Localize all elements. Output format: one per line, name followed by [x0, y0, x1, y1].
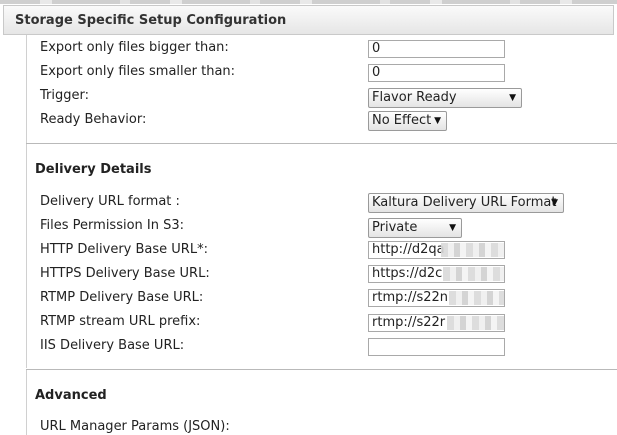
- delivery-url-format-label: Delivery URL format :: [40, 194, 180, 209]
- triangle-down-icon: ▼: [449, 223, 456, 233]
- export-bigger-label: Export only files bigger than:: [40, 40, 229, 55]
- rtmp-prefix-input[interactable]: rtmp://s22r: [368, 314, 505, 332]
- https-base-url-label: HTTPS Delivery Base URL:: [40, 266, 210, 281]
- trigger-select-value: Flavor Ready: [372, 90, 457, 105]
- export-smaller-input[interactable]: 0: [368, 64, 505, 82]
- export-bigger-input[interactable]: 0: [368, 40, 505, 58]
- redacted-text: [441, 243, 504, 257]
- rtmp-base-url-label: RTMP Delivery Base URL:: [40, 290, 204, 305]
- left-divider-top: [26, 35, 27, 143]
- redacted-text: [443, 267, 504, 281]
- divider-delivery: [26, 143, 617, 144]
- files-permission-select-value: Private: [372, 220, 418, 235]
- trigger-label: Trigger:: [40, 88, 89, 103]
- delivery-details-title: Delivery Details: [35, 162, 152, 177]
- left-divider-middle: [26, 144, 27, 368]
- section-header: Storage Specific Setup Configuration: [3, 5, 614, 35]
- left-divider-bottom: [26, 370, 27, 435]
- url-manager-params-label: URL Manager Params (JSON):: [40, 419, 230, 434]
- delivery-url-format-select-value: Kaltura Delivery URL Format: [372, 195, 557, 210]
- http-base-url-value: http://d2qa: [372, 242, 445, 257]
- rtmp-base-url-value: rtmp://s22n: [372, 290, 449, 305]
- export-smaller-label: Export only files smaller than:: [40, 64, 236, 79]
- section-header-title: Storage Specific Setup Configuration: [15, 13, 287, 28]
- http-base-url-input[interactable]: http://d2qa: [368, 241, 505, 259]
- https-base-url-value: https://d2c: [372, 266, 443, 281]
- http-base-url-label: HTTP Delivery Base URL*:: [40, 242, 208, 257]
- redacted-text: [447, 316, 504, 330]
- triangle-down-icon: ▼: [434, 116, 441, 126]
- delivery-url-format-select[interactable]: Kaltura Delivery URL Format ▼: [368, 193, 564, 213]
- ready-behavior-select[interactable]: No Effect ▼: [368, 111, 447, 131]
- rtmp-prefix-label: RTMP stream URL prefix:: [40, 314, 201, 329]
- redacted-text: [449, 291, 504, 305]
- ready-behavior-label: Ready Behavior:: [40, 112, 147, 127]
- rtmp-prefix-value: rtmp://s22r: [372, 315, 446, 330]
- iis-base-url-label: IIS Delivery Base URL:: [40, 338, 185, 353]
- divider-advanced: [26, 369, 617, 370]
- triangle-down-icon: ▼: [509, 93, 516, 103]
- advanced-title: Advanced: [35, 388, 107, 403]
- files-permission-label: Files Permission In S3:: [40, 218, 185, 233]
- https-base-url-input[interactable]: https://d2c: [368, 265, 505, 283]
- triangle-down-icon: ▼: [551, 198, 558, 208]
- rtmp-base-url-input[interactable]: rtmp://s22n: [368, 289, 505, 307]
- ready-behavior-select-value: No Effect: [372, 113, 432, 128]
- top-border-strip: [0, 0, 617, 4]
- iis-base-url-input[interactable]: [368, 338, 505, 356]
- trigger-select[interactable]: Flavor Ready ▼: [368, 88, 522, 108]
- files-permission-select[interactable]: Private ▼: [368, 218, 462, 238]
